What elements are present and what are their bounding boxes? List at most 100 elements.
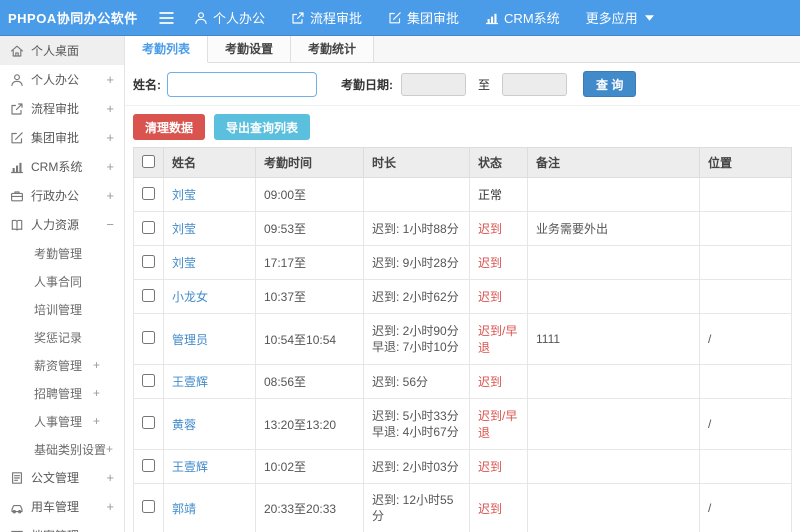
- top-nav-item[interactable]: 个人办公: [194, 8, 265, 27]
- expand-toggle-icon[interactable]: +: [93, 386, 100, 400]
- employee-name-link[interactable]: 管理员: [172, 333, 208, 347]
- column-header-name: 姓名: [163, 147, 256, 178]
- employee-name-link[interactable]: 刘莹: [172, 188, 196, 202]
- sidebar-item[interactable]: CRM系统 +: [0, 152, 124, 181]
- employee-name-link[interactable]: 黄蓉: [172, 418, 196, 432]
- date-to-input[interactable]: [502, 72, 568, 96]
- note-text: [527, 245, 700, 280]
- top-nav-item-label: 集团审批: [407, 11, 460, 26]
- sidebar-item-label: 流程审批: [31, 102, 80, 116]
- tab-active[interactable]: 考勤列表: [125, 36, 209, 63]
- row-checkbox[interactable]: [142, 373, 155, 387]
- date-from-input[interactable]: [401, 72, 466, 96]
- sidebar-subitem[interactable]: 薪资管理 +: [0, 351, 124, 379]
- edit-icon: [388, 11, 402, 25]
- sidebar-subitem[interactable]: 招聘管理 +: [0, 379, 124, 407]
- app-logo: PHPOA协同办公软件: [8, 11, 138, 26]
- sidebar-item[interactable]: 人力资源 −: [0, 210, 124, 239]
- location-text: [699, 245, 792, 280]
- action-buttons: 清理数据 导出查询列表: [125, 106, 800, 147]
- row-checkbox[interactable]: [142, 331, 155, 344]
- expand-toggle-icon[interactable]: −: [106, 217, 114, 232]
- expand-toggle-icon[interactable]: +: [106, 188, 114, 203]
- row-checkbox[interactable]: [142, 458, 155, 472]
- row-checkbox[interactable]: [142, 186, 155, 200]
- expand-toggle-icon[interactable]: +: [106, 72, 114, 87]
- note-text: [527, 177, 700, 212]
- sidebar-item-label: 人力资源: [31, 218, 80, 232]
- sidebar-subitem-label: 人事管理: [34, 414, 83, 429]
- duration-cell: 迟到: 12小时55分: [363, 483, 470, 532]
- row-checkbox[interactable]: [142, 500, 155, 513]
- tab-item[interactable]: 考勤设置: [208, 36, 292, 62]
- attendance-table: 姓名 考勤时间 时长 状态 备注 位置 刘莹 09:00至 正常 刘莹 09:5…: [133, 147, 792, 532]
- expand-toggle-icon[interactable]: +: [106, 101, 114, 116]
- clean-data-button[interactable]: 清理数据: [133, 114, 206, 140]
- location-text: [699, 177, 792, 212]
- expand-toggle-icon[interactable]: +: [106, 528, 114, 532]
- employee-name-link[interactable]: 刘莹: [172, 256, 196, 270]
- column-header-duration: 时长: [363, 147, 470, 178]
- attendance-time: 10:02至: [255, 449, 364, 484]
- employee-name-link[interactable]: 王壹辉: [172, 460, 208, 474]
- attendance-time: 17:17至: [255, 245, 364, 280]
- attendance-time: 20:33至20:33: [255, 483, 364, 532]
- expand-toggle-icon[interactable]: +: [106, 130, 114, 145]
- expand-toggle-icon[interactable]: +: [106, 442, 113, 456]
- sidebar-item[interactable]: 个人办公 +: [0, 65, 124, 94]
- column-header-status: 状态: [469, 147, 528, 178]
- note-text: [527, 279, 700, 314]
- duration-cell: 迟到: 2小时03分: [363, 449, 470, 484]
- top-nav-item[interactable]: CRM系统: [485, 8, 560, 27]
- row-checkbox[interactable]: [142, 288, 155, 302]
- sidebar-subitem[interactable]: 奖惩记录: [0, 323, 124, 351]
- select-all-checkbox[interactable]: [142, 154, 155, 168]
- note-text: 1111: [527, 313, 700, 365]
- sidebar-subitem[interactable]: 基础类别设置 +: [0, 435, 124, 463]
- sidebar-item[interactable]: 个人桌面: [0, 36, 124, 65]
- employee-name-link[interactable]: 郭靖: [172, 502, 196, 516]
- sidebar-item[interactable]: 行政办公 +: [0, 181, 124, 210]
- query-button[interactable]: 查 询: [583, 71, 637, 97]
- row-checkbox[interactable]: [142, 416, 155, 429]
- employee-name-link[interactable]: 小龙女: [172, 290, 208, 304]
- table-header-row: 姓名 考勤时间 时长 状态 备注 位置: [133, 147, 792, 178]
- top-nav-item-label: 个人办公: [213, 11, 266, 26]
- expand-toggle-icon[interactable]: +: [93, 414, 100, 428]
- expand-toggle-icon[interactable]: +: [106, 499, 114, 514]
- app-header: PHPOA协同办公软件 个人办公 流程审批 集团审批 CRM系统 更多应用: [0, 0, 800, 36]
- duration-cell: 迟到: 5小时33分 早退: 4小时67分: [363, 398, 470, 450]
- table-row: 小龙女 10:37至 迟到: 2小时62分 迟到: [133, 279, 792, 314]
- tab-item[interactable]: 考勤统计: [291, 36, 375, 62]
- menu-icon[interactable]: [158, 11, 176, 25]
- sidebar-subitem[interactable]: 人事合同: [0, 267, 124, 295]
- expand-toggle-icon[interactable]: +: [93, 358, 100, 372]
- attendance-time: 10:54至10:54: [255, 313, 364, 365]
- sidebar: 个人桌面 个人办公 + 流程审批 + 集团审批 + CRM系统 + 行政办公 +…: [0, 36, 125, 532]
- table-row: 王壹辉 10:02至 迟到: 2小时03分 迟到: [133, 449, 792, 484]
- search-form: 姓名: 考勤日期: 至 查 询: [125, 63, 800, 106]
- sidebar-subitem[interactable]: 考勤管理: [0, 239, 124, 267]
- top-nav-item[interactable]: 集团审批: [388, 8, 459, 27]
- location-text: /: [699, 313, 792, 365]
- expand-toggle-icon[interactable]: +: [106, 470, 114, 485]
- export-list-button[interactable]: 导出查询列表: [214, 114, 311, 140]
- employee-name-link[interactable]: 刘莹: [172, 222, 196, 236]
- top-nav-item[interactable]: 更多应用: [586, 8, 654, 27]
- row-checkbox[interactable]: [142, 220, 155, 234]
- expand-toggle-icon[interactable]: +: [106, 159, 114, 174]
- name-search-input[interactable]: [167, 71, 317, 97]
- sidebar-item[interactable]: 档案管理 +: [0, 521, 124, 532]
- sidebar-item[interactable]: 集团审批 +: [0, 123, 124, 152]
- edit-icon: [10, 131, 24, 145]
- employee-name-link[interactable]: 王壹辉: [172, 375, 208, 389]
- attendance-time: 09:00至: [255, 177, 364, 212]
- sidebar-item[interactable]: 公文管理 +: [0, 463, 124, 492]
- sidebar-subitem[interactable]: 人事管理 +: [0, 407, 124, 435]
- sidebar-subitem[interactable]: 培训管理: [0, 295, 124, 323]
- note-text: [527, 449, 700, 484]
- sidebar-item[interactable]: 流程审批 +: [0, 94, 124, 123]
- sidebar-item[interactable]: 用车管理 +: [0, 492, 124, 521]
- row-checkbox[interactable]: [142, 254, 155, 268]
- top-nav-item[interactable]: 流程审批: [291, 8, 362, 27]
